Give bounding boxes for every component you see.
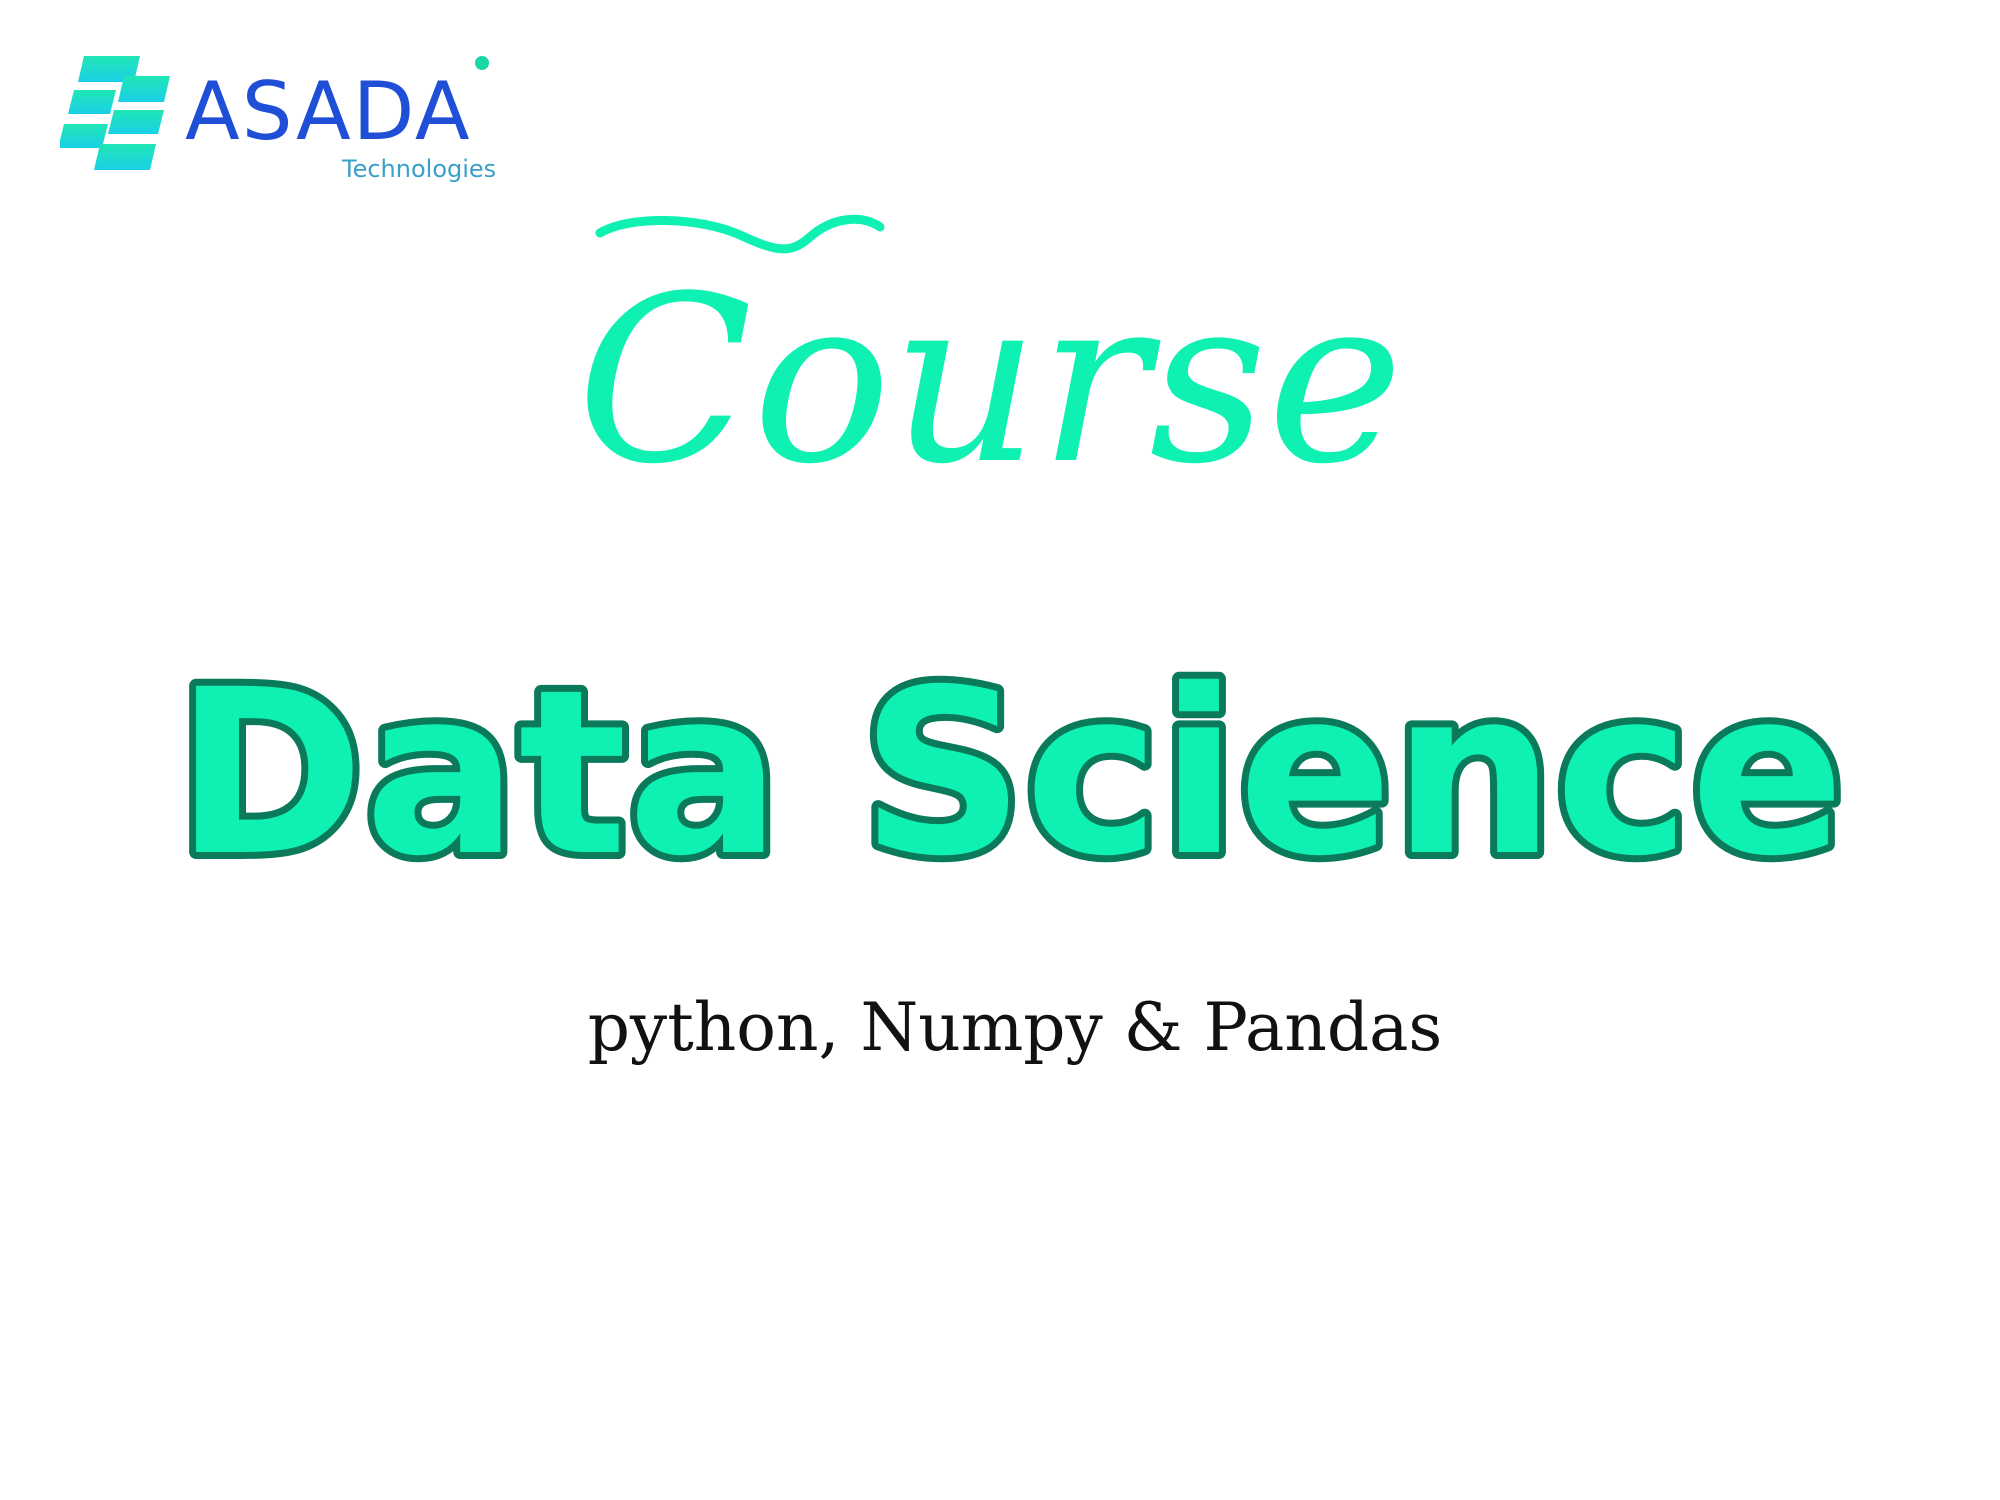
brand-tagline: Technologies <box>342 155 497 183</box>
brand-name: ASADA <box>185 65 472 158</box>
course-subtitle: python, Numpy & Pandas <box>587 989 1443 1066</box>
course-word: Course <box>577 248 1404 515</box>
title-svg: Data Science <box>168 633 1852 913</box>
brand-logo: ASADA Technologies <box>60 52 500 192</box>
stacked-parallelogram-icon <box>60 56 170 170</box>
title-text: Data Science <box>175 640 1845 900</box>
course-script-heading: Course <box>560 195 1420 575</box>
course-script-svg: Course <box>577 214 1404 515</box>
brand-dot <box>475 56 489 70</box>
course-title: Data Science <box>150 620 1900 913</box>
swash-stroke <box>595 214 885 254</box>
